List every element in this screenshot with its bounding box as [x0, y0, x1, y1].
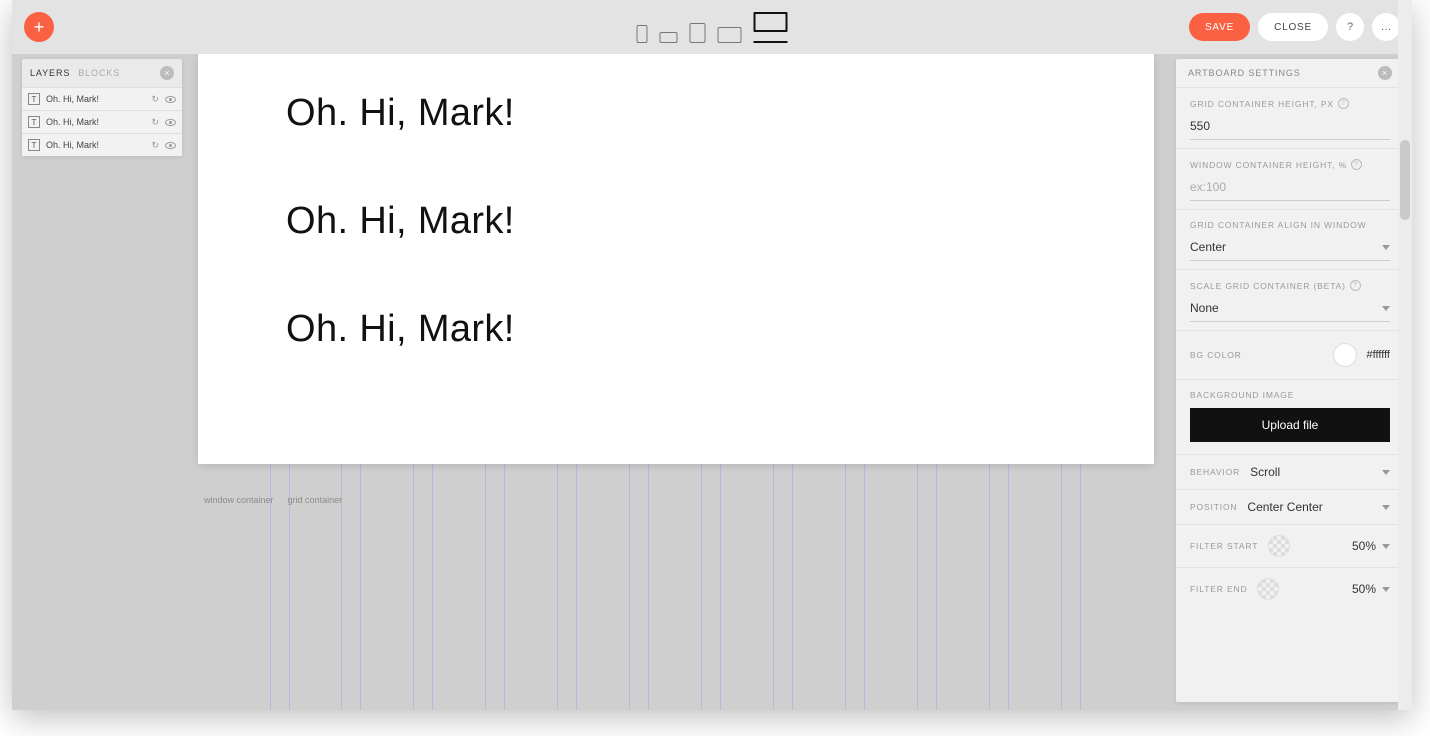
- filter-start-value: 50%: [1352, 539, 1376, 553]
- layer-lock-icon[interactable]: ↻: [151, 117, 159, 128]
- filter-start-swatch[interactable]: [1268, 535, 1290, 557]
- breakpoint-switcher: [637, 12, 788, 43]
- help-icon[interactable]: ?: [1338, 98, 1349, 109]
- breakpoint-desktop-icon: [754, 12, 788, 32]
- canvas-text[interactable]: Oh. Hi, Mark!: [286, 92, 515, 135]
- chevron-down-icon: [1382, 505, 1390, 510]
- settings-close-icon[interactable]: ×: [1378, 66, 1392, 80]
- chevron-down-icon: [1382, 245, 1390, 250]
- setting-position: POSITION Center Center: [1176, 489, 1404, 524]
- breakpoint-tablet-icon[interactable]: [690, 23, 706, 43]
- layer-visibility-icon[interactable]: [165, 96, 176, 103]
- chevron-down-icon: [1382, 470, 1390, 475]
- top-right-actions: SAVE CLOSE ? …: [1189, 13, 1400, 41]
- scale-select[interactable]: None: [1190, 299, 1390, 322]
- filter-start-select[interactable]: 50%: [1352, 539, 1390, 553]
- position-label: POSITION: [1190, 502, 1237, 512]
- help-icon[interactable]: ?: [1350, 280, 1361, 291]
- save-button[interactable]: SAVE: [1189, 13, 1250, 41]
- filter-end-swatch[interactable]: [1257, 578, 1279, 600]
- align-label: GRID CONTAINER ALIGN IN WINDOW: [1190, 220, 1366, 230]
- position-select[interactable]: Center Center: [1247, 500, 1390, 514]
- grid-container-label[interactable]: grid container: [288, 495, 343, 505]
- settings-title: ARTBOARD SETTINGS: [1188, 68, 1301, 78]
- scale-label: SCALE GRID CONTAINER (BETA): [1190, 281, 1346, 291]
- setting-window-height: WINDOW CONTAINER HEIGHT, % ?: [1176, 148, 1404, 209]
- breakpoint-phone-landscape-icon[interactable]: [660, 32, 678, 43]
- window-height-input[interactable]: [1190, 178, 1390, 201]
- breakpoint-tablet-landscape-icon[interactable]: [718, 27, 742, 43]
- layer-visibility-icon[interactable]: [165, 142, 176, 149]
- layer-row[interactable]: T Oh. Hi, Mark! ↻: [22, 87, 182, 110]
- layer-lock-icon[interactable]: ↻: [151, 140, 159, 151]
- breakpoint-phone-icon[interactable]: [637, 25, 648, 43]
- artboard[interactable]: Oh. Hi, Mark! Oh. Hi, Mark! Oh. Hi, Mark…: [198, 54, 1154, 464]
- tab-layers[interactable]: LAYERS: [30, 68, 70, 78]
- chevron-down-icon: [1382, 587, 1390, 592]
- chevron-down-icon: [1382, 306, 1390, 311]
- add-button[interactable]: +: [24, 12, 54, 42]
- filter-end-value: 50%: [1352, 582, 1376, 596]
- setting-bg-color: BG COLOR #ffffff: [1176, 330, 1404, 379]
- window-scrollbar[interactable]: [1398, 0, 1412, 710]
- close-button[interactable]: CLOSE: [1258, 13, 1328, 41]
- layers-close-icon[interactable]: ×: [160, 66, 174, 80]
- behavior-label: BEHAVIOR: [1190, 467, 1240, 477]
- layer-label: Oh. Hi, Mark!: [46, 140, 145, 150]
- align-select[interactable]: Center: [1190, 238, 1390, 261]
- setting-filter-end: FILTER END 50%: [1176, 567, 1404, 610]
- help-icon[interactable]: ?: [1351, 159, 1362, 170]
- bg-image-label: BACKGROUND IMAGE: [1190, 390, 1294, 400]
- more-button[interactable]: …: [1372, 13, 1400, 41]
- layers-panel: LAYERS BLOCKS × T Oh. Hi, Mark! ↻ T Oh. …: [22, 59, 182, 156]
- text-layer-icon: T: [28, 139, 40, 151]
- canvas-text[interactable]: Oh. Hi, Mark!: [286, 308, 515, 351]
- help-button[interactable]: ?: [1336, 13, 1364, 41]
- filter-end-label: FILTER END: [1190, 584, 1247, 594]
- settings-panel-header: ARTBOARD SETTINGS ×: [1176, 59, 1404, 87]
- bg-color-value: #ffffff: [1367, 349, 1390, 361]
- scale-value: None: [1190, 301, 1219, 315]
- position-value: Center Center: [1247, 500, 1322, 514]
- layer-row[interactable]: T Oh. Hi, Mark! ↻: [22, 133, 182, 156]
- canvas-text[interactable]: Oh. Hi, Mark!: [286, 200, 515, 243]
- setting-behavior: BEHAVIOR Scroll: [1176, 454, 1404, 489]
- upload-file-button[interactable]: Upload file: [1190, 408, 1390, 442]
- scrollbar-thumb[interactable]: [1400, 140, 1410, 220]
- topbar: + SAVE CLOSE ? …: [12, 0, 1412, 54]
- setting-filter-start: FILTER START 50%: [1176, 524, 1404, 567]
- container-labels: window container grid container: [204, 495, 342, 505]
- layer-label: Oh. Hi, Mark!: [46, 117, 145, 127]
- layers-panel-header: LAYERS BLOCKS ×: [22, 59, 182, 87]
- window-container-label[interactable]: window container: [204, 495, 274, 505]
- layer-visibility-icon[interactable]: [165, 119, 176, 126]
- window-height-label: WINDOW CONTAINER HEIGHT, %: [1190, 160, 1347, 170]
- bg-color-swatch[interactable]: [1333, 343, 1357, 367]
- text-layer-icon: T: [28, 93, 40, 105]
- breakpoint-desktop-active[interactable]: [754, 12, 788, 43]
- chevron-down-icon: [1382, 544, 1390, 549]
- setting-bg-image: BACKGROUND IMAGE: [1176, 379, 1404, 400]
- setting-grid-height: GRID CONTAINER HEIGHT, PX ?: [1176, 87, 1404, 148]
- grid-height-label: GRID CONTAINER HEIGHT, PX: [1190, 99, 1334, 109]
- layer-row[interactable]: T Oh. Hi, Mark! ↻: [22, 110, 182, 133]
- behavior-select[interactable]: Scroll: [1250, 465, 1390, 479]
- layer-lock-icon[interactable]: ↻: [151, 94, 159, 105]
- grid-height-input[interactable]: [1190, 117, 1390, 140]
- layer-label: Oh. Hi, Mark!: [46, 94, 145, 104]
- setting-scale: SCALE GRID CONTAINER (BETA) ? None: [1176, 269, 1404, 330]
- align-value: Center: [1190, 240, 1226, 254]
- workspace[interactable]: Oh. Hi, Mark! Oh. Hi, Mark! Oh. Hi, Mark…: [12, 54, 1412, 710]
- settings-panel: ARTBOARD SETTINGS × GRID CONTAINER HEIGH…: [1176, 59, 1404, 702]
- setting-align: GRID CONTAINER ALIGN IN WINDOW Center: [1176, 209, 1404, 269]
- text-layer-icon: T: [28, 116, 40, 128]
- bg-color-label: BG COLOR: [1190, 350, 1242, 360]
- tab-blocks[interactable]: BLOCKS: [78, 68, 120, 78]
- filter-end-select[interactable]: 50%: [1352, 582, 1390, 596]
- filter-start-label: FILTER START: [1190, 541, 1258, 551]
- behavior-value: Scroll: [1250, 465, 1280, 479]
- app-frame: + SAVE CLOSE ? …: [12, 0, 1412, 710]
